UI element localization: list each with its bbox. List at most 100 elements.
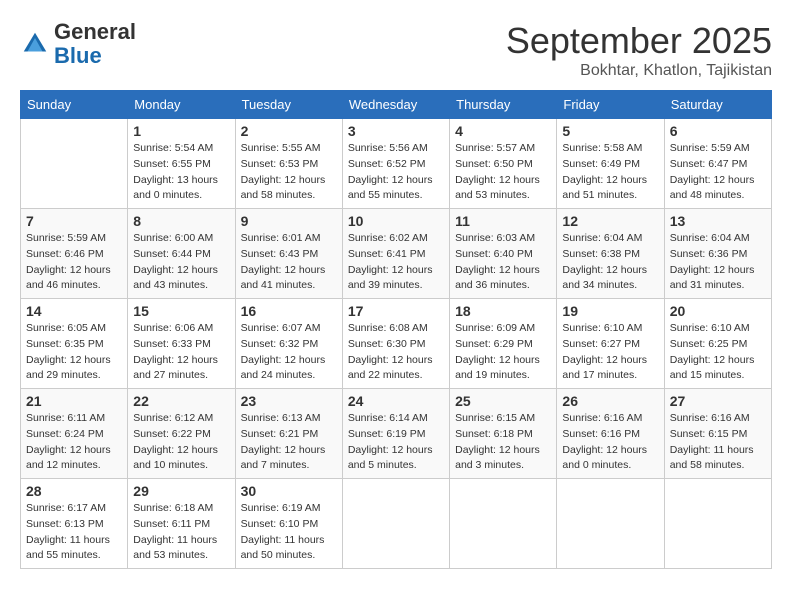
logo-blue: Blue xyxy=(54,43,102,68)
calendar-cell: 24Sunrise: 6:14 AMSunset: 6:19 PMDayligh… xyxy=(342,389,449,479)
calendar-cell: 15 Sunrise: 6:06 AMSunset: 6:33 PMDayligh… xyxy=(128,299,235,389)
day-info: Sunrise: 5:59 AMSunset: 6:47 PMDaylight:… xyxy=(670,141,766,204)
calendar-cell: 28Sunrise: 6:17 AMSunset: 6:13 PMDayligh… xyxy=(21,479,128,569)
day-info: Sunrise: 6:00 AMSunset: 6:44 PMDaylight:… xyxy=(133,231,229,294)
day-info: Sunrise: 6:05 AMSunset: 6:35 PMDaylight:… xyxy=(26,321,122,384)
day-info: Sunrise: 6:02 AMSunset: 6:41 PMDaylight:… xyxy=(348,231,444,294)
calendar-cell: 6Sunrise: 5:59 AMSunset: 6:47 PMDaylight… xyxy=(664,119,771,209)
day-number: 21 xyxy=(26,393,122,409)
day-info: Sunrise: 6:04 AMSunset: 6:36 PMDaylight:… xyxy=(670,231,766,294)
calendar-cell: 10 Sunrise: 6:02 AMSunset: 6:41 PMDayligh… xyxy=(342,209,449,299)
day-info: Sunrise: 6:08 AMSunset: 6:30 PMDaylight:… xyxy=(348,321,444,384)
day-number: 30 xyxy=(241,483,337,499)
day-info: Sunrise: 6:16 AMSunset: 6:16 PMDaylight:… xyxy=(562,411,658,474)
day-number: 12 xyxy=(562,213,658,229)
day-info: Sunrise: 6:11 AMSunset: 6:24 PMDaylight:… xyxy=(26,411,122,474)
calendar-cell: 21 Sunrise: 6:11 AMSunset: 6:24 PMDayligh… xyxy=(21,389,128,479)
calendar-week-row: 21 Sunrise: 6:11 AMSunset: 6:24 PMDayligh… xyxy=(21,389,772,479)
calendar-cell xyxy=(342,479,449,569)
calendar-cell: 13 Sunrise: 6:04 AMSunset: 6:36 PMDayligh… xyxy=(664,209,771,299)
calendar-week-row: 14 Sunrise: 6:05 AMSunset: 6:35 PMDayligh… xyxy=(21,299,772,389)
calendar-cell: 7 Sunrise: 5:59 AMSunset: 6:46 PMDaylight… xyxy=(21,209,128,299)
day-info: Sunrise: 5:59 AMSunset: 6:46 PMDaylight:… xyxy=(26,231,122,294)
day-number: 7 xyxy=(26,213,122,229)
day-info: Sunrise: 6:06 AMSunset: 6:33 PMDaylight:… xyxy=(133,321,229,384)
day-number: 19 xyxy=(562,303,658,319)
day-info: Sunrise: 5:57 AMSunset: 6:50 PMDaylight:… xyxy=(455,141,551,204)
day-number: 26 xyxy=(562,393,658,409)
calendar-cell xyxy=(557,479,664,569)
day-number: 2 xyxy=(241,123,337,139)
calendar-cell: 19 Sunrise: 6:10 AMSunset: 6:27 PMDayligh… xyxy=(557,299,664,389)
day-number: 5 xyxy=(562,123,658,139)
calendar-cell: 12 Sunrise: 6:04 AMSunset: 6:38 PMDayligh… xyxy=(557,209,664,299)
day-number: 13 xyxy=(670,213,766,229)
calendar-cell: 14 Sunrise: 6:05 AMSunset: 6:35 PMDayligh… xyxy=(21,299,128,389)
column-header-thursday: Thursday xyxy=(450,91,557,119)
logo: General Blue xyxy=(20,20,136,68)
day-info: Sunrise: 6:19 AMSunset: 6:10 PMDaylight:… xyxy=(241,501,337,564)
title-block: September 2025 Bokhtar, Khatlon, Tajikis… xyxy=(506,20,772,80)
day-info: Sunrise: 6:15 AMSunset: 6:18 PMDaylight:… xyxy=(455,411,551,474)
day-info: Sunrise: 5:58 AMSunset: 6:49 PMDaylight:… xyxy=(562,141,658,204)
day-number: 1 xyxy=(133,123,229,139)
calendar-cell: 1 Sunrise: 5:54 AMSunset: 6:55 PMDaylight… xyxy=(128,119,235,209)
calendar-week-row: 1 Sunrise: 5:54 AMSunset: 6:55 PMDaylight… xyxy=(21,119,772,209)
day-number: 8 xyxy=(133,213,229,229)
calendar-cell: 18 Sunrise: 6:09 AMSunset: 6:29 PMDayligh… xyxy=(450,299,557,389)
location-title: Bokhtar, Khatlon, Tajikistan xyxy=(506,62,772,80)
day-number: 23 xyxy=(241,393,337,409)
column-header-saturday: Saturday xyxy=(664,91,771,119)
day-number: 15 xyxy=(133,303,229,319)
day-info: Sunrise: 6:09 AMSunset: 6:29 PMDaylight:… xyxy=(455,321,551,384)
calendar-cell xyxy=(450,479,557,569)
day-info: Sunrise: 5:56 AMSunset: 6:52 PMDaylight:… xyxy=(348,141,444,204)
day-info: Sunrise: 6:14 AMSunset: 6:19 PMDaylight:… xyxy=(348,411,444,474)
day-number: 22 xyxy=(133,393,229,409)
calendar-cell: 2Sunrise: 5:55 AMSunset: 6:53 PMDaylight… xyxy=(235,119,342,209)
logo-icon xyxy=(20,29,50,59)
day-info: Sunrise: 6:04 AMSunset: 6:38 PMDaylight:… xyxy=(562,231,658,294)
day-number: 9 xyxy=(241,213,337,229)
column-header-friday: Friday xyxy=(557,91,664,119)
day-info: Sunrise: 6:07 AMSunset: 6:32 PMDaylight:… xyxy=(241,321,337,384)
day-info: Sunrise: 5:54 AMSunset: 6:55 PMDaylight:… xyxy=(133,141,229,204)
calendar-cell: 30 Sunrise: 6:19 AMSunset: 6:10 PMDayligh… xyxy=(235,479,342,569)
calendar-cell: 17 Sunrise: 6:08 AMSunset: 6:30 PMDayligh… xyxy=(342,299,449,389)
calendar-cell: 8 Sunrise: 6:00 AMSunset: 6:44 PMDaylight… xyxy=(128,209,235,299)
calendar-week-row: 7 Sunrise: 5:59 AMSunset: 6:46 PMDaylight… xyxy=(21,209,772,299)
calendar-cell: 16 Sunrise: 6:07 AMSunset: 6:32 PMDayligh… xyxy=(235,299,342,389)
logo-general: General xyxy=(54,19,136,44)
day-number: 28 xyxy=(26,483,122,499)
day-number: 16 xyxy=(241,303,337,319)
day-number: 10 xyxy=(348,213,444,229)
day-number: 3 xyxy=(348,123,444,139)
calendar-cell: 23Sunrise: 6:13 AMSunset: 6:21 PMDayligh… xyxy=(235,389,342,479)
calendar-cell: 22 Sunrise: 6:12 AMSunset: 6:22 PMDayligh… xyxy=(128,389,235,479)
day-info: Sunrise: 6:16 AMSunset: 6:15 PMDaylight:… xyxy=(670,411,766,474)
day-number: 20 xyxy=(670,303,766,319)
calendar-cell: 9 Sunrise: 6:01 AMSunset: 6:43 PMDaylight… xyxy=(235,209,342,299)
calendar-cell: 26 Sunrise: 6:16 AMSunset: 6:16 PMDayligh… xyxy=(557,389,664,479)
day-info: Sunrise: 6:01 AMSunset: 6:43 PMDaylight:… xyxy=(241,231,337,294)
day-number: 11 xyxy=(455,213,551,229)
day-number: 14 xyxy=(26,303,122,319)
day-number: 17 xyxy=(348,303,444,319)
day-number: 18 xyxy=(455,303,551,319)
calendar-cell xyxy=(21,119,128,209)
day-info: Sunrise: 6:10 AMSunset: 6:25 PMDaylight:… xyxy=(670,321,766,384)
column-header-sunday: Sunday xyxy=(21,91,128,119)
month-title: September 2025 xyxy=(506,20,772,62)
day-number: 29 xyxy=(133,483,229,499)
day-info: Sunrise: 6:12 AMSunset: 6:22 PMDaylight:… xyxy=(133,411,229,474)
calendar-cell: 27 Sunrise: 6:16 AMSunset: 6:15 PMDayligh… xyxy=(664,389,771,479)
calendar-header-row: SundayMondayTuesdayWednesdayThursdayFrid… xyxy=(21,91,772,119)
column-header-tuesday: Tuesday xyxy=(235,91,342,119)
day-number: 4 xyxy=(455,123,551,139)
calendar-table: SundayMondayTuesdayWednesdayThursdayFrid… xyxy=(20,90,772,569)
day-number: 27 xyxy=(670,393,766,409)
calendar-week-row: 28Sunrise: 6:17 AMSunset: 6:13 PMDayligh… xyxy=(21,479,772,569)
page-header: General Blue September 2025 Bokhtar, Kha… xyxy=(20,20,772,80)
column-header-wednesday: Wednesday xyxy=(342,91,449,119)
day-info: Sunrise: 6:10 AMSunset: 6:27 PMDaylight:… xyxy=(562,321,658,384)
